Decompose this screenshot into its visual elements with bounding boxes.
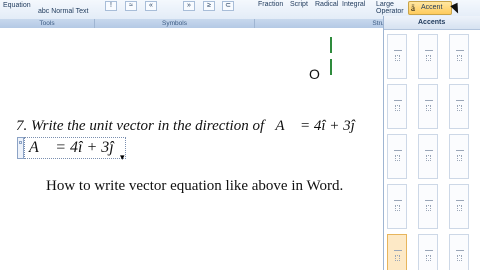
green-bar-top xyxy=(330,37,332,53)
symbol-button-3[interactable]: « xyxy=(145,1,157,11)
tools-group-label: Tools xyxy=(0,19,95,28)
equation-button[interactable]: Equation xyxy=(3,2,31,9)
symbols-group-label: Symbols xyxy=(95,19,255,28)
accent-button[interactable]: ä Accent xyxy=(408,1,452,15)
script-button[interactable]: Script xyxy=(290,1,308,8)
problem-statement: 7. Write the unit vector in the directio… xyxy=(16,118,355,135)
accents-gallery: Accents xyxy=(383,16,480,270)
letter-o: O xyxy=(309,66,320,82)
fraction-button[interactable]: Fraction xyxy=(258,1,283,8)
accents-gallery-header: Accents xyxy=(384,16,480,30)
accent-option[interactable] xyxy=(418,84,438,129)
radical-button[interactable]: Radical xyxy=(315,1,338,8)
caption-text: How to write vector equation like above … xyxy=(46,178,344,194)
symbol-button-2[interactable]: ≈ xyxy=(125,1,137,11)
accents-gallery-title: Accents xyxy=(418,19,446,26)
accent-option[interactable] xyxy=(449,184,469,229)
accent-option[interactable] xyxy=(449,134,469,179)
accent-option-selected[interactable] xyxy=(387,234,407,270)
equation-handle[interactable] xyxy=(17,137,24,159)
green-bar-bottom xyxy=(330,59,332,75)
integral-button[interactable]: Integral xyxy=(342,1,365,8)
accent-option[interactable] xyxy=(418,234,438,270)
problem-equation: A⃗ = 4î + 3ĵ xyxy=(275,118,355,134)
accent-option[interactable] xyxy=(449,234,469,270)
accent-glyph-icon: ä xyxy=(411,3,415,13)
accent-option[interactable] xyxy=(418,134,438,179)
symbol-button-6[interactable]: ⊂ xyxy=(222,1,234,11)
accent-option[interactable] xyxy=(387,84,407,129)
equation-options-icon[interactable]: ▾ xyxy=(120,152,125,163)
symbol-button-4[interactable]: » xyxy=(183,1,195,11)
accent-option[interactable] xyxy=(449,84,469,129)
equation-editor[interactable]: A⃗ = 4î + 3ĵ xyxy=(24,137,126,159)
accent-option[interactable] xyxy=(387,184,407,229)
large-operator-button[interactable]: Large Operator xyxy=(376,1,404,15)
accent-option[interactable] xyxy=(418,184,438,229)
symbol-button-5[interactable]: ≥ xyxy=(203,1,215,11)
accent-option[interactable] xyxy=(418,34,438,79)
symbol-button-1[interactable]: ! xyxy=(105,1,117,11)
accent-option[interactable] xyxy=(449,34,469,79)
problem-text: 7. Write the unit vector in the directio… xyxy=(16,118,265,134)
accent-option[interactable] xyxy=(387,34,407,79)
normal-text-button[interactable]: abc Normal Text xyxy=(38,8,88,15)
accent-option[interactable] xyxy=(387,134,407,179)
accent-button-label: Accent xyxy=(421,4,443,11)
